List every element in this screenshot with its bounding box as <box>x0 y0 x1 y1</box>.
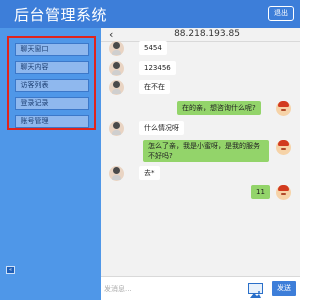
chat-message: 在不在 <box>109 80 289 96</box>
sidebar-item-chat-window[interactable]: 聊天窗口 <box>14 43 89 56</box>
chat-header: ‹ 88.218.193.85 <box>101 28 300 42</box>
sidebar: 聊天窗口 聊天内容 访客列表 登录记录 账号管理 « <box>0 28 101 300</box>
agent-avatar-icon <box>276 140 291 155</box>
agent-avatar-icon <box>276 101 291 116</box>
message-input[interactable] <box>104 282 244 296</box>
chat-message: 11 <box>101 185 300 201</box>
chat-message: 123456 <box>109 61 289 77</box>
sidebar-item-visitor-list[interactable]: 访客列表 <box>14 79 89 92</box>
sidebar-item-login-records[interactable]: 登录记录 <box>14 97 89 110</box>
sidebar-menu: 聊天窗口 聊天内容 访客列表 登录记录 账号管理 <box>7 36 96 130</box>
message-bubble: 什么情况呀 <box>139 121 184 135</box>
app-title: 后台管理系统 <box>14 6 108 24</box>
visitor-ip: 88.218.193.85 <box>174 29 240 39</box>
visitor-avatar-icon <box>109 80 124 95</box>
message-bubble: 怎么了亲，我是小蜜呀，是我的服务不好吗? <box>143 140 269 162</box>
logout-button[interactable]: 退出 <box>268 6 294 21</box>
collapse-sidebar-icon[interactable]: « <box>6 266 15 274</box>
message-bubble: 去* <box>139 166 160 180</box>
visitor-avatar-icon <box>109 166 124 181</box>
image-upload-icon[interactable] <box>248 283 263 298</box>
image-icon <box>250 291 261 298</box>
message-bubble: 在的亲，想咨询什么呢? <box>177 101 261 115</box>
app-header: 后台管理系统 退出 <box>0 0 300 28</box>
chat-message: 在的亲，想咨询什么呢? <box>101 101 300 117</box>
message-bubble: 在不在 <box>139 80 170 94</box>
chat-message: 什么情况呀 <box>109 121 289 137</box>
back-arrow-icon[interactable]: ‹ <box>109 28 113 41</box>
chat-panel: ‹ 88.218.193.85 5454 123456 在不在 在的亲，想咨询什… <box>101 28 300 300</box>
visitor-avatar-icon <box>109 61 124 76</box>
chat-message: 5454 <box>109 41 289 57</box>
chat-message: 怎么了亲，我是小蜜呀，是我的服务不好吗? <box>101 140 300 164</box>
send-button[interactable]: 发送 <box>272 281 296 296</box>
agent-avatar-icon <box>276 185 291 200</box>
message-bubble: 11 <box>251 185 270 199</box>
sidebar-item-chat-content[interactable]: 聊天内容 <box>14 61 89 74</box>
sidebar-item-account-management[interactable]: 账号管理 <box>14 115 89 128</box>
message-bubble: 5454 <box>139 41 167 55</box>
message-composer: 发送 <box>101 276 300 300</box>
chat-message: 去* <box>109 166 289 182</box>
message-bubble: 123456 <box>139 61 176 75</box>
visitor-avatar-icon <box>109 121 124 136</box>
visitor-avatar-icon <box>109 41 124 56</box>
